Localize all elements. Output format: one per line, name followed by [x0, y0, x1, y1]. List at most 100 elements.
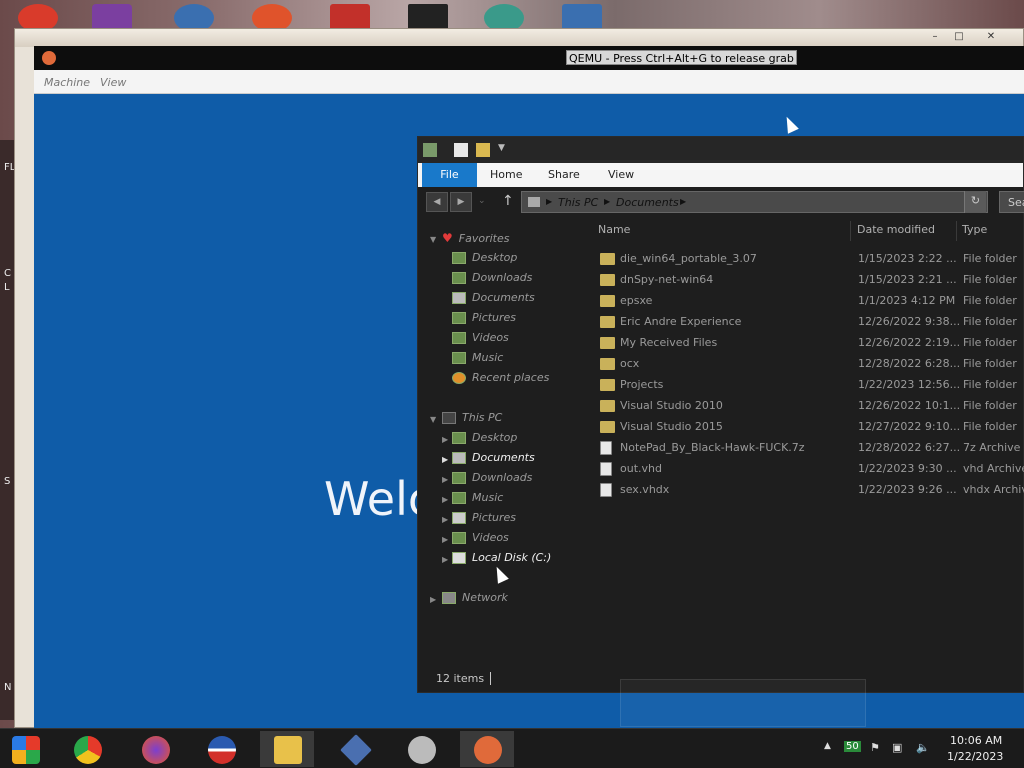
- search-input[interactable]: Sea: [999, 191, 1024, 213]
- column-separator[interactable]: [850, 221, 851, 241]
- host-titlebar[interactable]: – □ ✕: [15, 29, 1023, 47]
- back-button[interactable]: ◀: [426, 192, 448, 212]
- nav-pc-music[interactable]: Music: [452, 491, 503, 509]
- expand-icon[interactable]: ▶: [442, 535, 448, 544]
- taskbar-vs[interactable]: [328, 731, 382, 767]
- nav-fav-music[interactable]: Music: [452, 351, 503, 369]
- menu-view[interactable]: View: [100, 76, 126, 89]
- address-box[interactable]: ▶ This PC ▶ Documents ▶: [521, 191, 988, 213]
- expand-network-icon[interactable]: ▶: [430, 595, 436, 604]
- expand-icon[interactable]: ▶: [442, 555, 448, 564]
- qemu-icon: [474, 736, 502, 764]
- file-date: 1/22/2023 9:26 ...: [858, 483, 957, 496]
- obama-icon: [208, 736, 236, 764]
- expand-icon[interactable]: ▶: [442, 455, 448, 464]
- chevron-right-icon[interactable]: ▶: [680, 197, 686, 206]
- menu-machine[interactable]: Machine: [44, 76, 90, 89]
- nav-pc-videos[interactable]: Videos: [452, 531, 509, 549]
- table-row[interactable]: folder-icon die_win64_portable_3.07 1/15/2…: [590, 249, 1024, 270]
- nav-fav-downloads[interactable]: Downloads: [452, 271, 532, 289]
- clock-time[interactable]: 10:06 AM: [950, 734, 1002, 747]
- up-arrow-icon[interactable]: ↑: [502, 193, 514, 209]
- breadcrumb-documents[interactable]: Documents: [616, 196, 679, 209]
- column-type[interactable]: Type: [962, 223, 987, 236]
- nav-fav-recent[interactable]: Recent places: [452, 371, 549, 389]
- show-hidden-icons-icon[interactable]: ▲: [824, 741, 831, 751]
- maximize-button[interactable]: □: [949, 31, 969, 44]
- nav-pc-desktop[interactable]: Desktop: [452, 431, 517, 449]
- taskbar-skull-app[interactable]: [394, 731, 448, 767]
- strip-letter: S: [4, 476, 11, 487]
- expand-icon[interactable]: ▶: [442, 475, 448, 484]
- tray-badge[interactable]: 50: [844, 741, 861, 752]
- table-row[interactable]: folder-icon dnSpy-net-win64 1/15/2023 2:21…: [590, 270, 1024, 291]
- volume-icon[interactable]: 🔈: [916, 741, 930, 754]
- minimize-button[interactable]: –: [925, 31, 945, 44]
- start-button[interactable]: [0, 731, 54, 767]
- column-name[interactable]: Name: [598, 223, 630, 236]
- network-icon[interactable]: ▣: [892, 741, 902, 754]
- clock-date[interactable]: 1/22/2023: [947, 750, 1003, 763]
- expand-thispc-icon[interactable]: ▼: [430, 415, 436, 424]
- table-row[interactable]: folder-icon Eric Andre Experience 12/26/20…: [590, 312, 1024, 333]
- taskbar: ▲ 50 ⚑ ▣ 🔈 10:06 AM 1/22/2023: [0, 728, 1024, 768]
- chevron-down-icon[interactable]: ▼: [498, 143, 512, 157]
- table-row[interactable]: archive-icon NotePad_By_Black-Hawk-FUCK.7…: [590, 438, 1024, 459]
- taskbar-qemu[interactable]: [460, 731, 514, 767]
- firefox-icon: [142, 736, 170, 764]
- expand-icon[interactable]: ▶: [442, 495, 448, 504]
- file-date: 1/1/2023 4:12 PM: [858, 294, 956, 307]
- file-date: 1/22/2023 12:56...: [858, 378, 961, 391]
- table-row[interactable]: folder-icon epsxe 1/1/2023 4:12 PM File fol…: [590, 291, 1024, 312]
- qemu-titlebar[interactable]: QEMU - Press Ctrl+Alt+G to release grab: [34, 46, 1024, 70]
- chevron-right-icon: ▶: [604, 197, 611, 206]
- breadcrumb-this-pc[interactable]: This PC: [558, 196, 598, 209]
- nav-pc-pictures[interactable]: Pictures: [452, 511, 516, 529]
- tab-view[interactable]: View: [598, 163, 644, 187]
- nav-pc-documents[interactable]: Documents: [452, 451, 535, 469]
- flag-icon[interactable]: ⚑: [870, 741, 880, 754]
- taskbar-firefox[interactable]: [128, 731, 182, 767]
- nav-fav-videos[interactable]: Videos: [452, 331, 509, 349]
- nav-fav-pictures[interactable]: Pictures: [452, 311, 516, 329]
- table-row[interactable]: folder-icon ocx 12/28/2022 6:28...File fol…: [590, 354, 1024, 375]
- column-date-modified[interactable]: Date modified: [857, 223, 935, 236]
- tab-file[interactable]: File: [422, 163, 477, 187]
- nav-fav-desktop[interactable]: Desktop: [452, 251, 517, 269]
- new-folder-icon[interactable]: [476, 143, 490, 157]
- table-row[interactable]: disk-image-icon out.vhd 1/22/2023 9:30 ...…: [590, 459, 1024, 480]
- table-row[interactable]: folder-icon My Received Files 12/26/2022 2…: [590, 333, 1024, 354]
- taskbar-file-explorer[interactable]: [260, 731, 314, 767]
- nav-pc-downloads[interactable]: Downloads: [452, 471, 532, 489]
- heart-icon: ♥: [442, 231, 453, 245]
- table-row[interactable]: folder-icon Visual Studio 2010 12/26/2022 …: [590, 396, 1024, 417]
- table-row[interactable]: folder-icon Visual Studio 2015 12/27/2022 …: [590, 417, 1024, 438]
- chrome-icon: [74, 736, 102, 764]
- expand-icon[interactable]: ▶: [442, 515, 448, 524]
- recent-locations-icon[interactable]: ⌄: [478, 196, 486, 206]
- expand-icon[interactable]: ▶: [442, 435, 448, 444]
- table-row[interactable]: disk-image-icon sex.vhdx 1/22/2023 9:26 ..…: [590, 480, 1024, 501]
- forward-button[interactable]: ▶: [450, 192, 472, 212]
- recent-places-icon: [452, 372, 466, 384]
- column-separator[interactable]: [956, 221, 957, 241]
- expand-favorites-icon[interactable]: ▼: [430, 235, 436, 244]
- tab-share[interactable]: Share: [538, 163, 590, 187]
- table-row[interactable]: folder-icon Projects 1/22/2023 12:56...Fil…: [590, 375, 1024, 396]
- tab-home[interactable]: Home: [480, 163, 532, 187]
- file-name: My Received Files: [620, 336, 718, 349]
- refresh-button[interactable]: ↻: [964, 191, 986, 213]
- taskbar-chrome[interactable]: [60, 731, 114, 767]
- file-date: 1/15/2023 2:21 ...: [858, 273, 957, 286]
- explorer-app-icon[interactable]: [423, 143, 437, 157]
- file-type: File folder: [963, 399, 1017, 412]
- nav-this-pc[interactable]: This PC: [442, 411, 502, 429]
- properties-icon[interactable]: [454, 143, 468, 157]
- file-explorer-window: ▼ File Home Share View ◀ ▶ ⌄ ↑ ▶ This PC…: [417, 136, 1024, 693]
- nav-network[interactable]: Network: [442, 591, 508, 609]
- nav-favorites[interactable]: ♥ Favorites: [442, 231, 509, 249]
- nav-fav-documents[interactable]: Documents: [452, 291, 535, 309]
- file-date: 12/26/2022 9:38...: [858, 315, 961, 328]
- taskbar-obama[interactable]: [194, 731, 248, 767]
- close-button[interactable]: ✕: [981, 31, 1001, 44]
